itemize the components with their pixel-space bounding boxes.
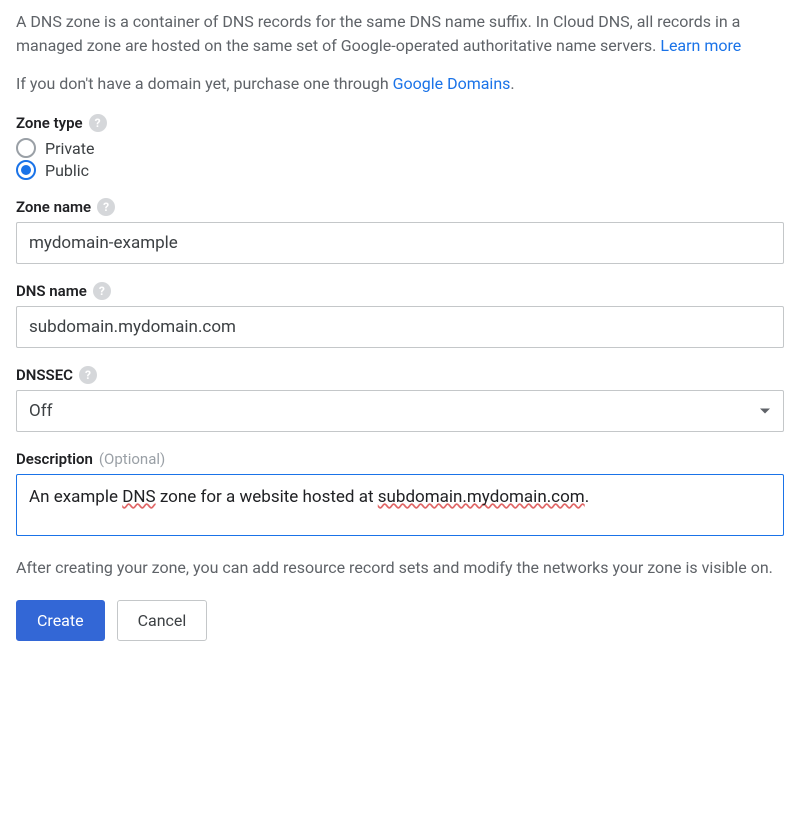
dnssec-label: DNSSEC: [16, 366, 73, 384]
radio-label-public: Public: [45, 161, 89, 180]
help-icon[interactable]: ?: [79, 366, 97, 384]
help-icon[interactable]: ?: [93, 282, 111, 300]
zone-name-section: Zone name ?: [16, 198, 784, 264]
dns-name-input[interactable]: [16, 306, 784, 348]
zone-name-label: Zone name: [16, 198, 91, 216]
learn-more-link[interactable]: Learn more: [660, 36, 741, 55]
zone-type-radio-group: Private Public: [16, 138, 784, 180]
zone-type-private-radio[interactable]: Private: [16, 138, 784, 158]
zone-name-label-row: Zone name ?: [16, 198, 784, 216]
help-icon[interactable]: ?: [89, 114, 107, 132]
create-button[interactable]: Create: [16, 600, 105, 641]
dnssec-label-row: DNSSEC ?: [16, 366, 784, 384]
description-section: Description (Optional) An example DNS zo…: [16, 450, 784, 536]
radio-label-private: Private: [45, 139, 94, 158]
intro-paragraph: A DNS zone is a container of DNS records…: [16, 10, 784, 58]
description-label-row: Description (Optional): [16, 450, 784, 468]
dns-name-section: DNS name ?: [16, 282, 784, 348]
dnssec-select[interactable]: Off: [16, 390, 784, 432]
description-optional-label: (Optional): [99, 450, 165, 468]
zone-type-public-radio[interactable]: Public: [16, 160, 784, 180]
domain-prompt-text: If you don't have a domain yet, purchase…: [16, 74, 393, 93]
help-icon[interactable]: ?: [97, 198, 115, 216]
zone-name-input[interactable]: [16, 222, 784, 264]
intro-text: A DNS zone is a container of DNS records…: [16, 12, 740, 55]
radio-unchecked-icon: [16, 138, 36, 158]
post-create-text: After creating your zone, you can add re…: [16, 556, 784, 580]
cancel-button[interactable]: Cancel: [117, 600, 208, 641]
domain-prompt-paragraph: If you don't have a domain yet, purchase…: [16, 72, 784, 96]
dns-name-label: DNS name: [16, 282, 87, 300]
google-domains-link[interactable]: Google Domains: [393, 74, 511, 93]
zone-type-label-row: Zone type ?: [16, 114, 784, 132]
zone-type-section: Zone type ? Private Public: [16, 114, 784, 180]
button-row: Create Cancel: [16, 600, 784, 641]
dns-name-label-row: DNS name ?: [16, 282, 784, 300]
dnssec-section: DNSSEC ? Off: [16, 366, 784, 432]
dnssec-select-value: Off: [16, 390, 784, 432]
description-textarea[interactable]: An example DNS zone for a website hosted…: [16, 474, 784, 536]
zone-type-label: Zone type: [16, 114, 83, 132]
radio-checked-icon: [16, 160, 36, 180]
description-label: Description: [16, 450, 93, 468]
domain-prompt-suffix: .: [510, 74, 514, 93]
